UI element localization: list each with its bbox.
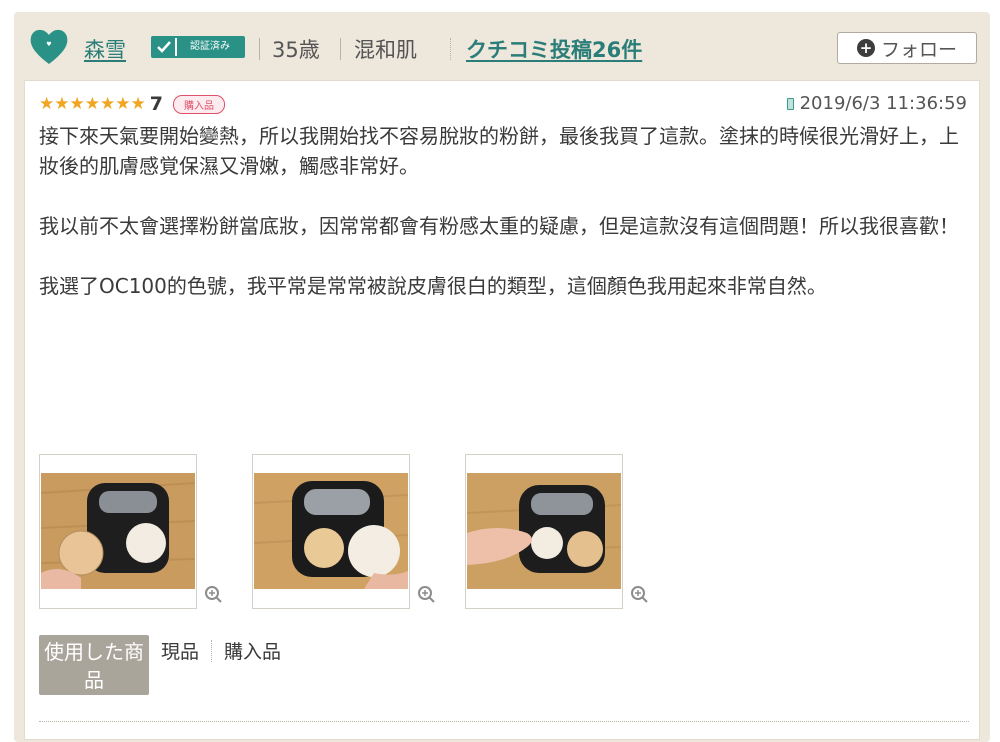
heart-avatar-icon[interactable]: ♥: [28, 26, 70, 66]
purchase-type-value: 購入品: [224, 641, 282, 663]
divider: [39, 721, 969, 722]
review-photos: [39, 454, 679, 614]
reviewer-skin-type: 混和肌: [354, 38, 417, 62]
verified-badge: 認証済み: [151, 36, 245, 58]
review-photo[interactable]: [465, 454, 648, 609]
mobile-phone-icon: [786, 97, 794, 110]
reviewer-age: 35歳: [272, 38, 320, 62]
review-count-link[interactable]: クチコミ投稿26件: [466, 34, 642, 64]
follow-label: フォロー: [880, 38, 957, 61]
zoom-icon[interactable]: [204, 585, 222, 603]
star-icon: ★: [84, 94, 100, 114]
zoom-icon[interactable]: [630, 585, 648, 603]
compact-photo: [41, 473, 195, 589]
compact-photo: [254, 473, 408, 589]
star-icon: ★: [39, 94, 55, 114]
divider: [450, 38, 451, 60]
review-photo[interactable]: [39, 454, 222, 609]
verified-badge-text: 認証済み: [177, 38, 243, 56]
svg-text:♥: ♥: [46, 41, 51, 48]
compact-photo: [467, 473, 621, 589]
star-rating: ★ ★ ★ ★ ★ ★ ★ 7 購入品: [39, 93, 225, 115]
checkmark-icon: [153, 38, 175, 56]
review-paragraph: 我選了OC100的色號，我平常是常常被說皮膚很白的類型，這個顏色我用起來非常自然…: [39, 274, 827, 298]
review-photo[interactable]: [252, 454, 435, 609]
star-icon: ★: [100, 94, 116, 114]
divider: [340, 38, 341, 60]
review-container: ♥ 森雪 認証済み 35歳 混和肌 クチコミ投稿26件 + フォロー ★ ★ ★…: [14, 12, 990, 742]
plus-icon: +: [856, 39, 875, 57]
divider: [259, 38, 260, 60]
reviewer-name[interactable]: 森雪: [84, 34, 126, 64]
star-icon: ★: [115, 94, 131, 114]
star-icon: ★: [130, 94, 146, 114]
purchase-tag: 購入品: [172, 94, 225, 114]
timestamp-text: 2019/6/3 11:36:59: [799, 93, 967, 114]
review-paragraph: 我以前不太會選擇粉餅當底妝，因常常都會有粉感太重的疑慮，但是這款沒有這個問題！所…: [39, 214, 959, 238]
star-icon: ★: [54, 94, 70, 114]
used-product-label: 使用した商品: [39, 635, 149, 695]
reviewer-header: ♥ 森雪 認証済み 35歳 混和肌 クチコミ投稿26件 + フォロー: [14, 12, 990, 80]
review-paragraph: 接下來天氣要開始變熱，所以我開始找不容易脫妝的粉餅，最後我買了這款。塗抹的時候很…: [39, 124, 959, 178]
product-size-value: 現品: [161, 641, 200, 663]
rating-value: 7: [149, 93, 163, 115]
review-timestamp: 2019/6/3 11:36:59: [786, 93, 967, 114]
review-body: 接下來天氣要開始變熱，所以我開始找不容易脫妝的粉餅，最後我買了這款。塗抹的時候很…: [39, 121, 969, 301]
star-icon: ★: [69, 94, 85, 114]
zoom-icon[interactable]: [417, 585, 435, 603]
review-card: ★ ★ ★ ★ ★ ★ ★ 7 購入品 2019/6/3 11:36:59 接下…: [24, 80, 980, 740]
follow-button[interactable]: + フォロー: [837, 32, 977, 64]
used-product-values: 現品 購入品: [161, 637, 281, 664]
divider: [211, 639, 213, 662]
